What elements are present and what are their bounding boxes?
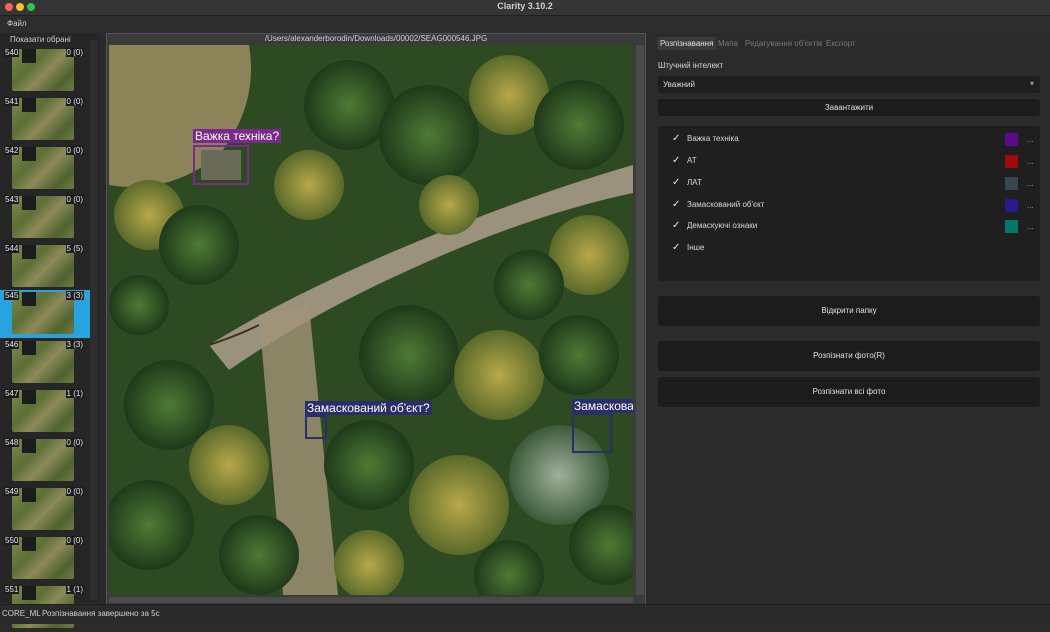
class-color-swatch[interactable] — [1005, 199, 1018, 212]
class-row[interactable]: ✓ Замаскований об'єкт... — [672, 199, 1034, 214]
thumbnail-item[interactable]: 549 0 (0) — [0, 486, 90, 534]
thumbnail-number: 544 — [4, 244, 20, 253]
tab-edit-objects[interactable]: Редагування об'єктів — [745, 39, 822, 48]
title-bar: Clarity 3.10.2 — [0, 0, 1050, 16]
thumbnail-number: 541 — [4, 97, 20, 106]
thumbnail-detection-count: 0 (0) — [65, 146, 84, 155]
detection-label-masked-object-2: Замаскован — [572, 399, 633, 413]
class-name: Інше — [687, 243, 705, 252]
aerial-photo-image — [109, 45, 633, 595]
thumbnail-number: 550 — [4, 536, 20, 545]
status-message: Розпізнавання завершено за 5с — [42, 609, 160, 618]
thumbnail-detection-count: 1 (1) — [65, 585, 84, 594]
thumbnail-detection-count: 0 (0) — [65, 97, 84, 106]
class-more-button[interactable]: ... — [1027, 222, 1034, 231]
viewer-vertical-scrollbar[interactable] — [636, 45, 644, 595]
image-viewer: /Users/alexanderborodin/Downloads/00002/… — [106, 33, 646, 605]
menu-bar: Файл — [0, 16, 1050, 33]
thumbnail-item[interactable]: 544 5 (5) — [0, 243, 90, 291]
check-icon[interactable]: ✓ — [672, 133, 680, 144]
thumbnail-number: 547 — [4, 389, 20, 398]
tab-recognition[interactable]: Розпізнавання — [657, 37, 717, 50]
check-icon[interactable]: ✓ — [672, 220, 680, 231]
check-icon[interactable]: ✓ — [672, 242, 680, 253]
class-row[interactable]: ✓ Важка техніка... — [672, 133, 1034, 148]
thumbnail-item[interactable]: 546 3 (3) — [0, 339, 90, 387]
status-engine: CORE_ML — [2, 609, 41, 618]
thumbnail-item[interactable]: 543 0 (0) — [0, 194, 90, 242]
class-more-button[interactable]: ... — [1027, 179, 1034, 188]
menu-file[interactable]: Файл — [7, 19, 27, 28]
detection-box-masked-object-2[interactable] — [572, 413, 612, 453]
thumbnail-detection-count: 0 (0) — [65, 487, 84, 496]
thumbnail-item[interactable]: 541 0 (0) — [0, 96, 90, 144]
class-more-button[interactable]: ... — [1027, 135, 1034, 144]
thumbnail-detection-count: 3 (3) — [65, 340, 84, 349]
recognize-all-button[interactable]: Розпізнати всі фото — [658, 377, 1040, 407]
thumbnail-item[interactable]: 550 0 (0) — [0, 535, 90, 583]
thumbnail-detection-count: 0 (0) — [65, 536, 84, 545]
class-name: ЛАТ — [687, 178, 702, 187]
model-select[interactable]: Уважний ▾ — [658, 76, 1040, 93]
recognize-photo-button[interactable]: Розпізнати фото(R) — [658, 341, 1040, 371]
tab-map[interactable]: Мапа — [718, 39, 738, 48]
thumbnail-detection-count: 1 (1) — [65, 389, 84, 398]
thumbnail-item[interactable]: 547 1 (1) — [0, 388, 90, 436]
thumbnail-item[interactable]: 542 0 (0) — [0, 145, 90, 193]
class-more-button[interactable]: ... — [1027, 157, 1034, 166]
class-row[interactable]: ✓ Демаскуючі ознаки... — [672, 220, 1034, 235]
status-bar: CORE_ML Розпізнавання завершено за 5с — [0, 604, 1050, 624]
thumbnail-number: 542 — [4, 146, 20, 155]
thumbnail-number: 546 — [4, 340, 20, 349]
check-icon[interactable]: ✓ — [672, 199, 680, 210]
thumbnail-detection-count: 0 (0) — [65, 195, 84, 204]
class-row[interactable]: ✓ АТ... — [672, 155, 1034, 170]
thumbnail-number: 540 — [4, 48, 20, 57]
class-color-swatch[interactable] — [1005, 220, 1018, 233]
show-selected-toggle[interactable]: Показати обрані — [10, 35, 71, 44]
thumbnail-panel: Показати обрані 540 0 (0) 541 0 (0) 542 0 (0)… — [0, 33, 100, 628]
check-icon[interactable]: ✓ — [672, 177, 680, 188]
class-list: ✓ Важка техніка... ✓ АТ... ✓ ЛАТ... ✓ Замаскова… — [658, 126, 1040, 281]
thumbnail-detection-count: 5 (5) — [65, 244, 84, 253]
thumbnail-scrollbar[interactable] — [90, 40, 98, 600]
thumbnail-number: 548 — [4, 438, 20, 447]
class-color-swatch[interactable] — [1005, 155, 1018, 168]
detection-label-heavy-equipment: Важка техніка? — [193, 129, 282, 143]
thumbnail-item[interactable]: 540 0 (0) — [0, 47, 90, 95]
open-folder-button[interactable]: Відкрити папку — [658, 296, 1040, 326]
load-button[interactable]: Завантажити — [658, 99, 1040, 116]
class-more-button[interactable]: ... — [1027, 201, 1034, 210]
check-icon[interactable]: ✓ — [672, 155, 680, 166]
thumbnail-item[interactable]: 548 0 (0) — [0, 437, 90, 485]
window-title: Clarity 3.10.2 — [497, 1, 553, 11]
viewer-horizontal-scrollbar[interactable] — [109, 597, 633, 603]
class-color-swatch[interactable] — [1005, 177, 1018, 190]
chevron-down-icon: ▾ — [1029, 79, 1034, 88]
detection-box-masked-object[interactable] — [305, 415, 327, 439]
ai-label: Штучний інтелект — [658, 61, 724, 70]
image-path: /Users/alexanderborodin/Downloads/00002/… — [107, 34, 645, 44]
class-name: Замаскований об'єкт — [687, 200, 765, 209]
class-name: Демаскуючі ознаки — [687, 221, 758, 230]
thumbnail-number: 549 — [4, 487, 20, 496]
detection-box-heavy-equipment[interactable] — [193, 145, 249, 185]
class-row[interactable]: ✓ Інше — [672, 242, 1032, 257]
thumbnail-detection-count: 0 (0) — [65, 438, 84, 447]
class-name: АТ — [687, 156, 697, 165]
thumbnail-number: 543 — [4, 195, 20, 204]
tab-export[interactable]: Експорт — [826, 39, 856, 48]
class-name: Важка техніка — [687, 134, 739, 143]
class-color-swatch[interactable] — [1005, 133, 1018, 146]
thumbnail-item[interactable]: 545 3 (3) — [0, 290, 90, 338]
thumbnail-number: 551 — [4, 585, 20, 594]
aerial-photo[interactable]: Важка техніка? Замаскований об'єкт? Зама… — [109, 45, 633, 595]
class-row[interactable]: ✓ ЛАТ... — [672, 177, 1034, 192]
thumbnail-number: 545 — [4, 291, 20, 300]
thumbnail-detection-count: 3 (3) — [65, 291, 84, 300]
control-panel: Розпізнавання Мапа Редагування об'єктів … — [652, 33, 1050, 603]
detection-label-masked-object: Замаскований об'єкт? — [305, 401, 432, 415]
thumbnail-detection-count: 0 (0) — [65, 48, 84, 57]
model-select-value: Уважний — [663, 80, 695, 89]
